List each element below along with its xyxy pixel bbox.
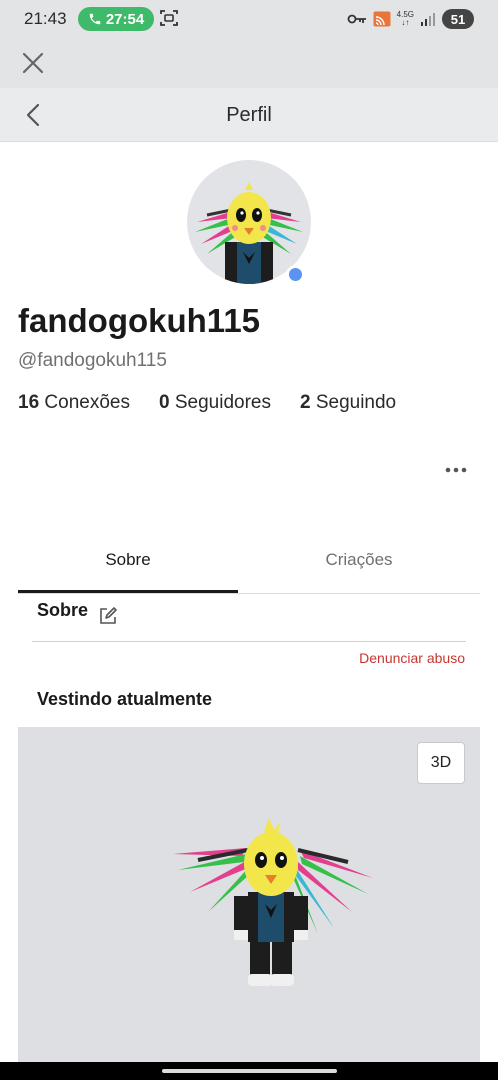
profile-stats: 16 Conexões 0 Seguidores 2 Seguindo (18, 392, 425, 414)
page-header: Perfil (0, 88, 498, 142)
report-abuse-link[interactable]: Denunciar abuso (359, 650, 465, 666)
status-bar: 21:43 27:54 4.5G ↓↑ 51 (0, 0, 498, 38)
page-title: Perfil (226, 104, 272, 126)
cast-icon (373, 11, 391, 27)
stat-count: 16 (18, 392, 40, 413)
stat-count: 2 (299, 392, 311, 413)
system-navigation-bar (0, 1062, 498, 1080)
data-arrows-icon: 4.5G ↓↑ (396, 10, 414, 27)
stat-count: 0 (158, 392, 170, 413)
status-time: 21:43 (24, 9, 67, 28)
avatar-viewer[interactable]: 3D (18, 727, 480, 1062)
section-divider (32, 641, 466, 642)
phone-icon (89, 13, 101, 25)
stat-label: Seguindo (315, 392, 397, 413)
display-name: fandogokuh115 (18, 302, 261, 339)
battery-level: 51 (450, 11, 466, 27)
signal-icon (421, 13, 435, 26)
stat-followers[interactable]: 0 Seguidores (159, 392, 271, 414)
view-3d-button[interactable]: 3D (417, 742, 465, 784)
username: @fandogokuh115 (18, 350, 167, 371)
profile-tabs: Sobre Criações (18, 535, 480, 594)
about-section-title: Sobre (37, 600, 89, 620)
stat-following[interactable]: 2 Seguindo (300, 392, 396, 414)
more-horizontal-icon[interactable] (444, 460, 468, 480)
webview-close-bar (0, 38, 498, 88)
online-status-dot (286, 265, 305, 284)
avatar-container[interactable] (187, 160, 311, 284)
battery-icon: 51 (442, 9, 474, 29)
avatar-full-body-image (173, 818, 373, 986)
stat-connections[interactable]: 16 Conexões (18, 392, 130, 414)
stat-label: Conexões (44, 392, 130, 413)
status-right-group: 4.5G ↓↑ 51 (347, 8, 474, 30)
stat-label: Seguidores (174, 392, 271, 413)
vpn-key-icon (347, 14, 366, 24)
edit-icon[interactable] (98, 606, 118, 626)
home-indicator[interactable] (162, 1069, 337, 1073)
tab-about[interactable]: Sobre (18, 535, 238, 593)
currently-wearing-title: Vestindo atualmente (37, 689, 213, 709)
tab-creations[interactable]: Criações (249, 535, 469, 593)
call-timer-pill[interactable]: 27:54 (78, 7, 154, 31)
screen-record-icon (160, 10, 178, 26)
close-icon[interactable] (20, 50, 46, 76)
call-timer: 27:54 (105, 10, 145, 28)
